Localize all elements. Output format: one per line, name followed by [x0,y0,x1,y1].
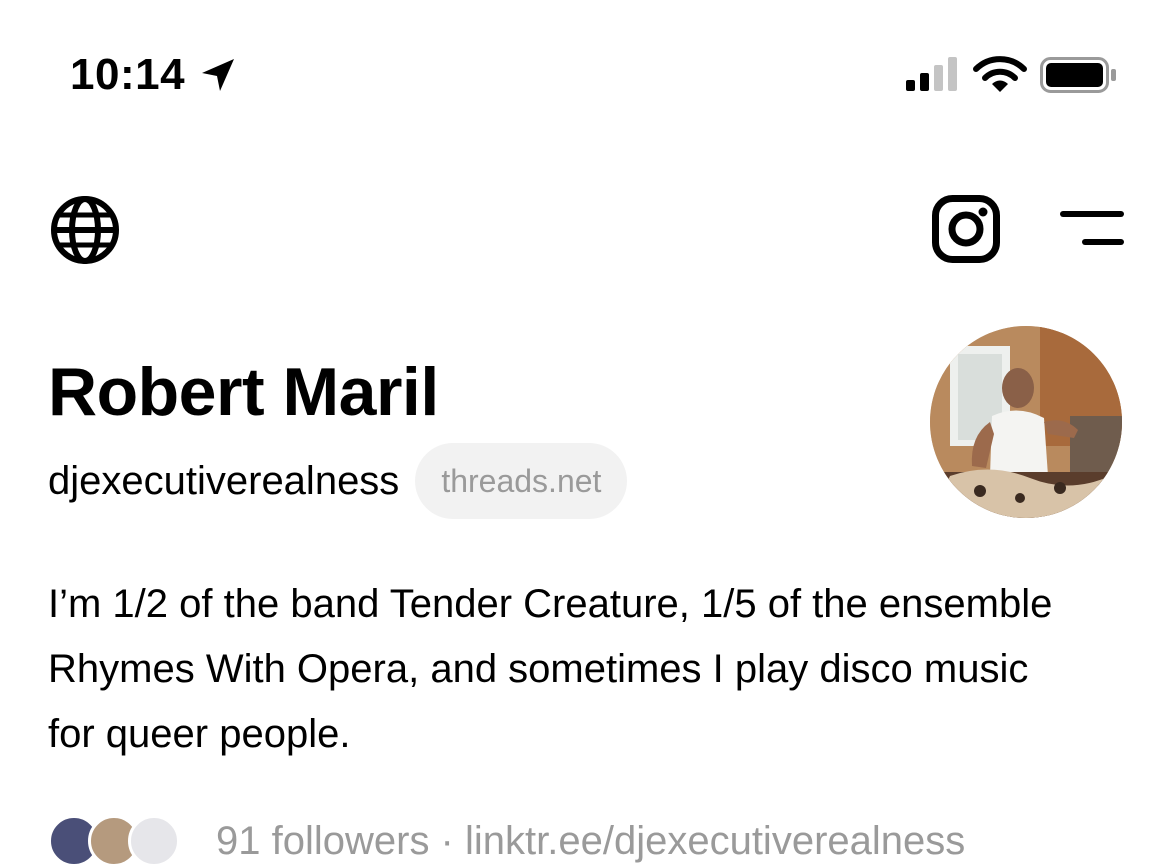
avatar-photo [930,326,1122,518]
status-time: 10:14 [70,50,186,99]
followers-row[interactable]: 91 followers · linktr.ee/djexecutivereal… [48,815,1148,867]
handle-row: djexecutiverealness threads.net [48,443,628,519]
status-bar: 10:14 [0,0,1169,150]
instagram-icon[interactable] [932,195,1000,263]
wifi-icon [973,56,1027,92]
top-navigation [0,180,1169,280]
menu-icon[interactable] [1060,209,1124,249]
location-arrow-icon [202,59,234,91]
battery-icon [1040,57,1116,93]
profile-bio: I’m 1/2 of the band Tender Creature, 1/5… [48,582,1053,756]
followers-count-and-link[interactable]: 91 followers · linktr.ee/djexecutivereal… [216,819,965,864]
domain-badge[interactable]: threads.net [415,443,628,519]
cellular-signal-icon [906,57,957,91]
profile-handle: djexecutiverealness [48,459,400,503]
globe-icon[interactable] [50,195,120,265]
profile-name: Robert Maril [48,354,439,430]
profile-avatar[interactable] [930,326,1122,518]
follower-avatar [128,815,180,867]
